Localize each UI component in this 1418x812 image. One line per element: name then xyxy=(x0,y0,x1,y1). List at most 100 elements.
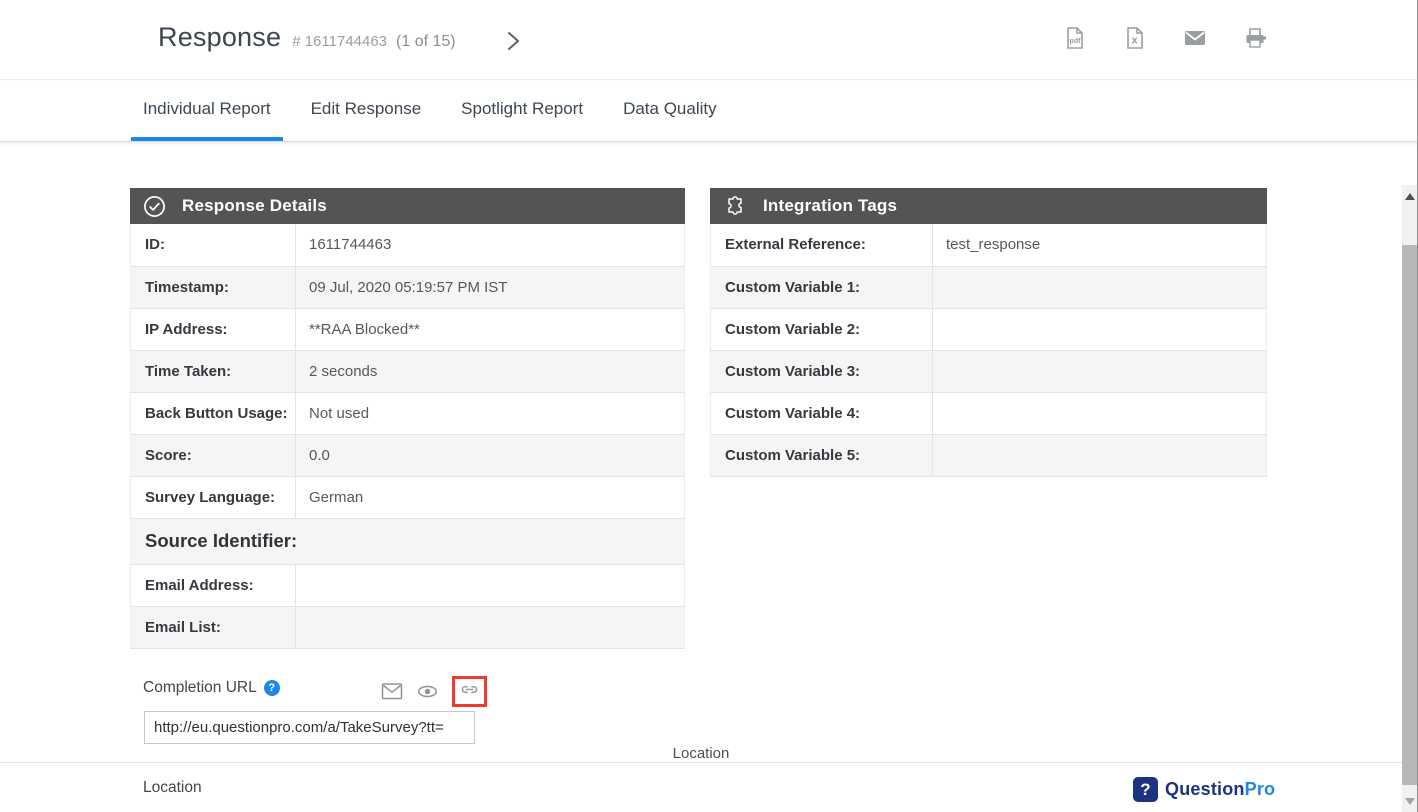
row-value: Not used xyxy=(296,392,685,434)
email-icon[interactable] xyxy=(1183,26,1207,50)
table-row: Custom Variable 3: xyxy=(711,350,1267,392)
triangle-down-icon xyxy=(1405,798,1415,805)
row-label: Source Identifier: xyxy=(131,518,685,564)
row-label: Timestamp: xyxy=(131,266,296,308)
location-overlay-label: Location xyxy=(0,745,1402,762)
table-row: Custom Variable 5: xyxy=(711,434,1267,476)
copy-link-icon xyxy=(460,680,479,704)
excel-export-icon[interactable]: x xyxy=(1123,26,1147,50)
row-value xyxy=(933,392,1267,434)
table-row: Time Taken: 2 seconds xyxy=(131,350,685,392)
section-divider xyxy=(0,762,1402,763)
row-value xyxy=(933,434,1267,476)
svg-text:pdf: pdf xyxy=(1070,38,1082,45)
row-value xyxy=(296,606,685,648)
export-toolbar: pdf x xyxy=(1063,26,1267,50)
row-value: **RAA Blocked** xyxy=(296,308,685,350)
report-tabbar: Individual Report Edit Response Spotligh… xyxy=(0,81,1418,142)
puzzle-icon xyxy=(723,194,747,218)
row-label: Custom Variable 3: xyxy=(711,350,933,392)
preview-eye-icon[interactable] xyxy=(417,683,438,700)
title-row: Response # 1611744463 (1 of 15) xyxy=(158,22,456,53)
row-value: 0.0 xyxy=(296,434,685,476)
response-count: (1 of 15) xyxy=(396,33,456,51)
row-label: External Reference: xyxy=(711,224,933,266)
row-label: Custom Variable 1: xyxy=(711,266,933,308)
row-label: Survey Language: xyxy=(131,476,296,518)
response-details-table: ID: 1611744463 Timestamp: 09 Jul, 2020 0… xyxy=(130,224,685,649)
table-row: Score: 0.0 xyxy=(131,434,685,476)
questionpro-logo-icon: ? xyxy=(1133,777,1158,802)
row-value: 1611744463 xyxy=(296,224,685,266)
row-label: Back Button Usage: xyxy=(131,392,296,434)
row-label: Time Taken: xyxy=(131,350,296,392)
questionpro-logo[interactable]: ? QuestionPro xyxy=(1133,777,1275,802)
table-row: Source Identifier: xyxy=(131,518,685,564)
tab-label: Edit Response xyxy=(311,99,422,119)
chevron-right-icon xyxy=(502,39,524,56)
row-value xyxy=(933,266,1267,308)
table-row: Back Button Usage: Not used xyxy=(131,392,685,434)
row-value xyxy=(933,308,1267,350)
row-value xyxy=(296,564,685,606)
circle-check-icon xyxy=(143,195,166,218)
table-row: Custom Variable 4: xyxy=(711,392,1267,434)
report-tab[interactable]: Spotlight Report xyxy=(449,81,595,141)
completion-url-actions xyxy=(381,676,487,707)
svg-text:x: x xyxy=(1131,35,1138,47)
triangle-up-icon xyxy=(1405,193,1415,200)
report-tab[interactable]: Data Quality xyxy=(611,81,729,141)
table-row: Survey Language: German xyxy=(131,476,685,518)
row-value: German xyxy=(296,476,685,518)
pdf-export-icon[interactable]: pdf xyxy=(1063,26,1087,50)
help-icon[interactable]: ? xyxy=(264,680,280,696)
vertical-scrollbar[interactable] xyxy=(1402,185,1418,812)
row-label: Score: xyxy=(131,434,296,476)
next-response-button[interactable] xyxy=(502,30,524,52)
scroll-down-button[interactable] xyxy=(1402,790,1418,812)
row-label: Custom Variable 2: xyxy=(711,308,933,350)
row-label: IP Address: xyxy=(131,308,296,350)
print-icon[interactable] xyxy=(1243,26,1267,50)
location-section-heading: Location xyxy=(143,779,202,797)
tab-label: Individual Report xyxy=(143,99,271,119)
row-value: test_response xyxy=(933,224,1267,266)
response-details-header: Response Details xyxy=(130,188,685,224)
table-row: External Reference: test_response xyxy=(711,224,1267,266)
report-tab[interactable]: Edit Response xyxy=(299,81,434,141)
table-row: IP Address: **RAA Blocked** xyxy=(131,308,685,350)
table-row: Timestamp: 09 Jul, 2020 05:19:57 PM IST xyxy=(131,266,685,308)
row-label: Email Address: xyxy=(131,564,296,606)
table-row: Custom Variable 1: xyxy=(711,266,1267,308)
tab-label: Spotlight Report xyxy=(461,99,583,119)
questionpro-logo-text: QuestionPro xyxy=(1165,779,1275,800)
row-label: Custom Variable 4: xyxy=(711,392,933,434)
panel-title: Integration Tags xyxy=(763,196,897,216)
email-url-icon[interactable] xyxy=(381,682,403,701)
row-label: ID: xyxy=(131,224,296,266)
panel-title: Response Details xyxy=(182,196,327,216)
completion-url-label: Completion URL xyxy=(143,679,257,697)
integration-tags-table: External Reference: test_response Custom… xyxy=(710,224,1267,477)
row-value: 2 seconds xyxy=(296,350,685,392)
page-title: Response xyxy=(158,22,281,53)
row-label: Custom Variable 5: xyxy=(711,434,933,476)
row-label: Email List: xyxy=(131,606,296,648)
scroll-up-button[interactable] xyxy=(1402,185,1418,207)
copy-link-highlight-box[interactable] xyxy=(452,676,487,707)
completion-url-row: Completion URL ? xyxy=(143,679,280,697)
integration-tags-header: Integration Tags xyxy=(710,188,1267,224)
row-value xyxy=(933,350,1267,392)
response-id: # 1611744463 xyxy=(292,33,387,50)
table-row: ID: 1611744463 xyxy=(131,224,685,266)
tab-label: Data Quality xyxy=(623,99,717,119)
scrollbar-thumb[interactable] xyxy=(1402,245,1418,785)
completion-url-input[interactable] xyxy=(144,711,475,744)
row-value: 09 Jul, 2020 05:19:57 PM IST xyxy=(296,266,685,308)
report-tab[interactable]: Individual Report xyxy=(131,81,283,141)
integration-tags-panel: Integration Tags External Reference: tes… xyxy=(710,188,1267,477)
page-header: Response # 1611744463 (1 of 15) pdf x xyxy=(0,0,1418,80)
table-row: Email List: xyxy=(131,606,685,648)
table-row: Email Address: xyxy=(131,564,685,606)
table-row: Custom Variable 2: xyxy=(711,308,1267,350)
